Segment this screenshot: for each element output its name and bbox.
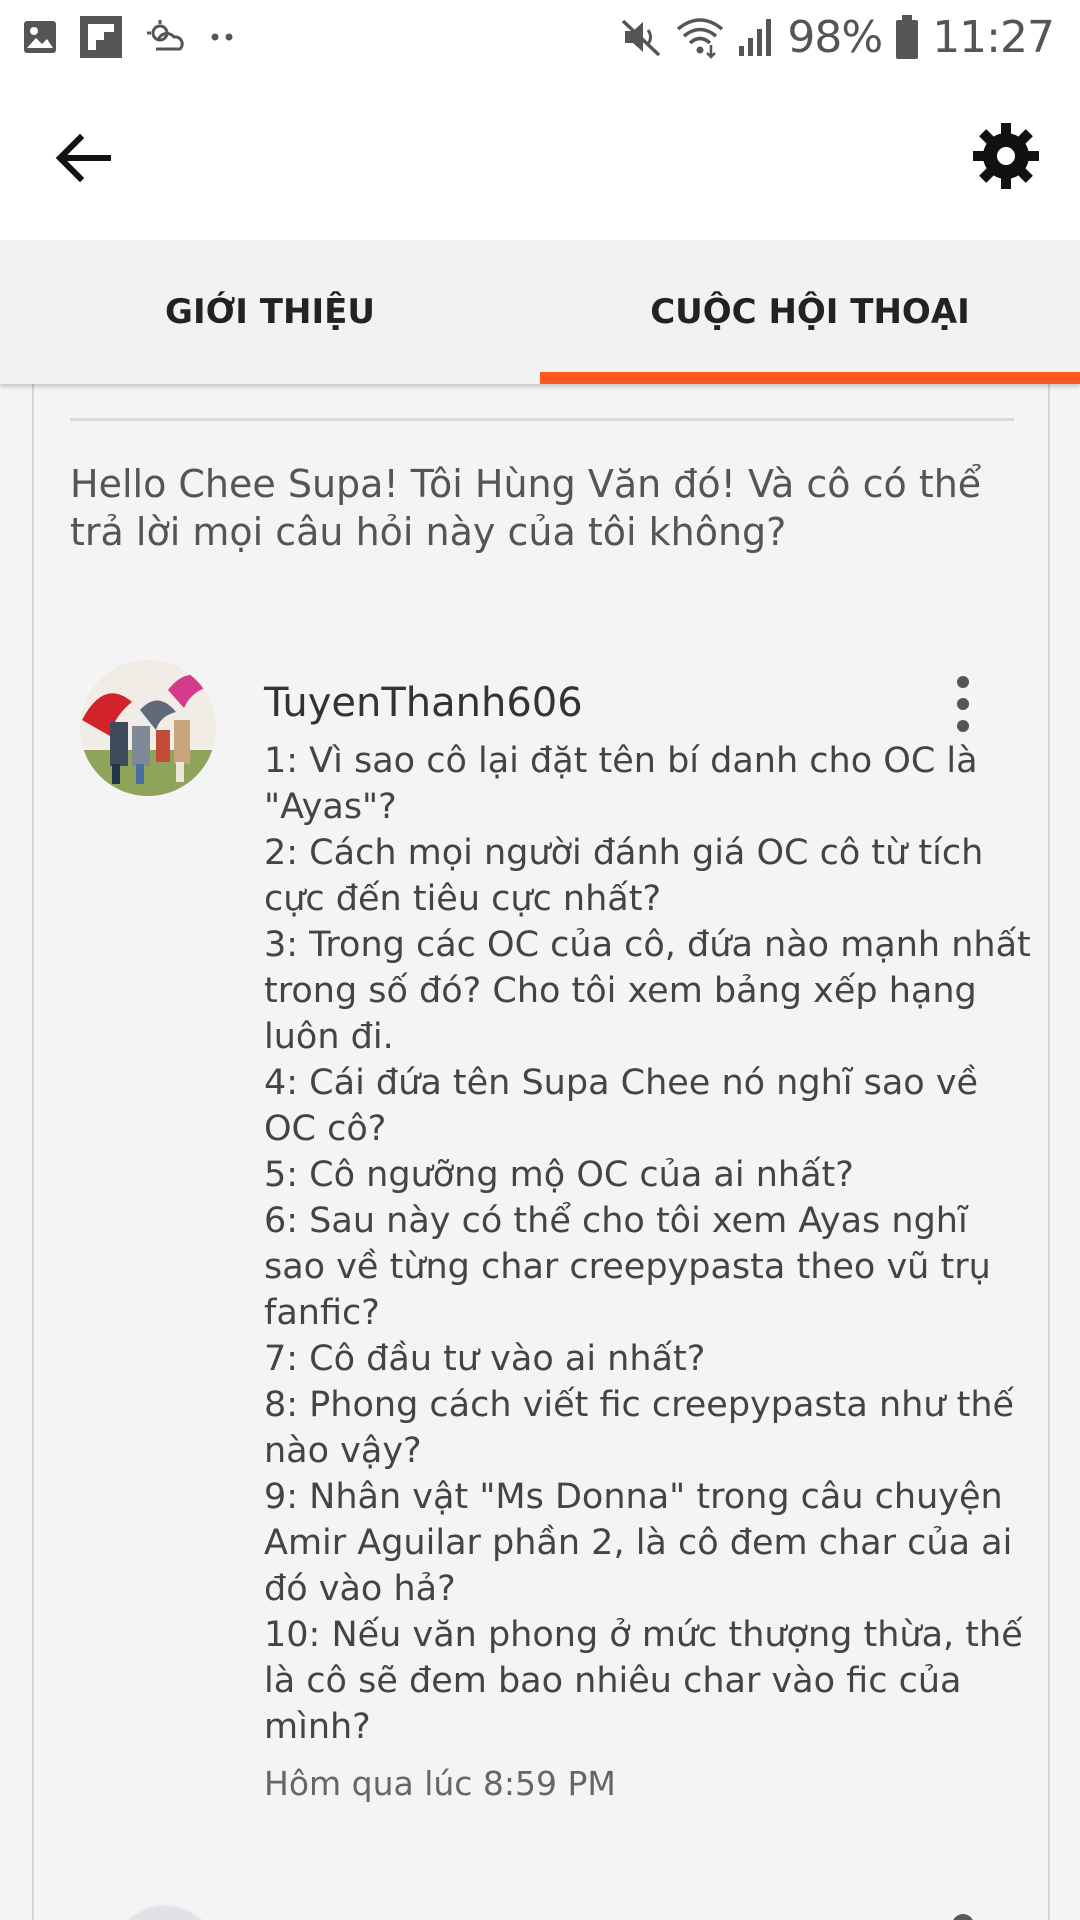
comment-body: 1: Vì sao cô lại đặt tên bí danh cho OC …	[264, 738, 1034, 1750]
intro-message: Hello Chee Supa! Tôi Hùng Văn đó! Và cô …	[70, 462, 982, 554]
comment-username[interactable]: TuyenThanh606	[264, 680, 583, 726]
comment-line: 8: Phong cách viết fic creepypasta như t…	[264, 1385, 1015, 1471]
flipboard-icon	[80, 16, 122, 58]
mute-icon	[622, 19, 661, 57]
comment-line: 4: Cái đứa tên Supa Chee nó nghĩ sao về …	[264, 1063, 979, 1149]
divider	[70, 418, 1014, 421]
status-bar: 98% 11:27	[0, 0, 1080, 74]
comment-line: 7: Cô đầu tư vào ai nhất?	[264, 1339, 706, 1379]
comment-line: 6: Sau này có thể cho tôi xem Ayas nghĩ …	[264, 1201, 991, 1333]
avatar-image	[80, 660, 216, 796]
tab-bar: GIỚI THIỆU CUỘC HỘI THOẠI	[0, 240, 1080, 384]
next-comment-avatar[interactable]	[110, 1904, 220, 1920]
comment-line: 9: Nhân vật "Ms Donna" trong câu chuyện …	[264, 1477, 1013, 1609]
gallery-icon	[24, 21, 56, 53]
status-bar-notifications	[22, 16, 236, 58]
weather-icon	[147, 20, 184, 51]
more-dots-icon	[211, 33, 233, 41]
arrow-back-icon[interactable]	[52, 126, 116, 190]
tab-conversation[interactable]: CUỘC HỘI THOẠI	[540, 240, 1080, 384]
gear-icon[interactable]	[970, 120, 1042, 192]
comment-timestamp: Hôm qua lúc 8:59 PM	[264, 1764, 616, 1803]
battery-percent: 98%	[787, 11, 883, 63]
wifi-icon	[677, 18, 724, 59]
tab-introduction[interactable]: GIỚI THIỆU	[0, 240, 540, 384]
app-bar	[0, 74, 1080, 240]
next-comment-more-icon[interactable]	[952, 1914, 974, 1920]
clock: 11:27	[932, 11, 1055, 63]
conversation-card: Hello Chee Supa! Tôi Hùng Văn đó! Và cô …	[32, 384, 1050, 1920]
signal-icon	[739, 19, 772, 56]
comment-line: 10: Nếu văn phong ở mức thượng thừa, thế…	[264, 1615, 1023, 1747]
comment-line: 5: Cô ngưỡng mộ OC của ai nhất?	[264, 1155, 854, 1195]
status-bar-system: 98% 11:27	[619, 8, 1055, 66]
more-vert-icon[interactable]	[948, 674, 978, 734]
battery-icon	[896, 15, 919, 59]
tab-selected-indicator	[540, 372, 1080, 384]
comment-line: 1: Vì sao cô lại đặt tên bí danh cho OC …	[264, 741, 978, 827]
avatar[interactable]	[80, 660, 216, 796]
comment-line: 3: Trong các OC của cô, đứa nào mạnh nhấ…	[264, 925, 1031, 1057]
comment-line: 2: Cách mọi người đánh giá OC cô từ tích…	[264, 833, 984, 919]
